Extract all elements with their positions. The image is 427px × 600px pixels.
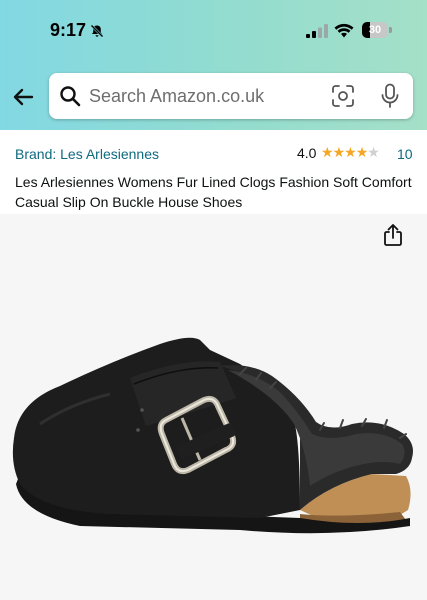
cellular-signal-icon: [306, 24, 328, 38]
brand-link[interactable]: Brand: Les Arlesiennes: [15, 146, 159, 162]
star-filled-icon: ★: [355, 144, 369, 160]
rating-value: 4.0: [297, 145, 317, 161]
star-empty-icon: ★: [367, 144, 380, 160]
product-info: Brand: Les Arlesiennes 4.0 ★★★★★ 10 Les …: [0, 130, 427, 214]
status-time: 9:17: [50, 20, 87, 40]
star-filled-icon: ★: [332, 144, 346, 160]
camera-scan-icon[interactable]: [331, 84, 355, 108]
star-filled-icon: ★: [344, 144, 357, 160]
arrow-left-icon[interactable]: [10, 84, 36, 110]
app-header: 9:17 30: [0, 0, 427, 130]
wifi-icon: [334, 23, 354, 38]
battery-indicator: 30: [362, 22, 392, 38]
review-count-link[interactable]: 10: [397, 146, 413, 162]
search-input[interactable]: [89, 81, 319, 111]
star-filled-icon: ★: [321, 144, 334, 160]
microphone-icon[interactable]: [380, 83, 400, 109]
product-gallery: [0, 214, 427, 600]
product-image[interactable]: [0, 314, 427, 554]
bell-muted-icon: [90, 24, 104, 38]
battery-level-text: 30: [368, 24, 382, 36]
share-icon[interactable]: [381, 223, 405, 247]
star-rating[interactable]: ★★★★★: [321, 144, 380, 161]
product-title: Les Arlesiennes Womens Fur Lined Clogs F…: [15, 174, 412, 210]
search-bar[interactable]: [49, 73, 413, 119]
search-icon: [60, 86, 81, 107]
